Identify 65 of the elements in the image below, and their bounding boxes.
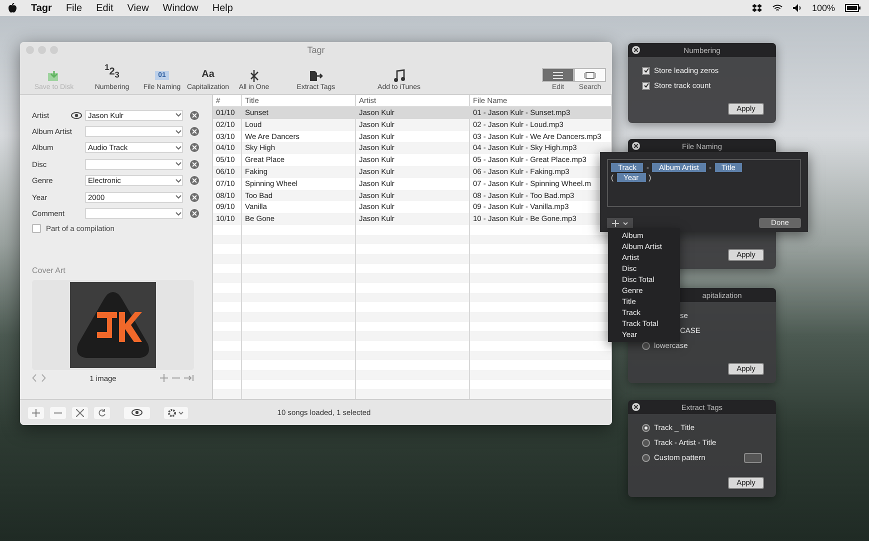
- section-title: Cover Art: [32, 266, 66, 275]
- chevron-icon: [175, 162, 182, 166]
- combo-field[interactable]: [85, 158, 183, 170]
- apple-icon[interactable]: [8, 3, 17, 13]
- eye-icon[interactable]: [71, 112, 82, 119]
- menu-item[interactable]: Edit: [96, 2, 114, 14]
- checkbox[interactable]: [642, 82, 650, 90]
- battery-percent: 100%: [812, 3, 835, 13]
- view-mode-segment[interactable]: [542, 68, 574, 82]
- menu-item[interactable]: File: [66, 2, 82, 14]
- menu-item[interactable]: Window: [162, 2, 198, 14]
- gear-icon: [168, 408, 184, 416]
- clear-button[interactable]: [190, 127, 199, 136]
- settings-button[interactable]: [164, 406, 188, 418]
- close-icon: [76, 408, 84, 416]
- chevron-icon: [175, 146, 182, 150]
- chevron-icon: [175, 195, 182, 200]
- combo-field[interactable]: [85, 208, 183, 220]
- close-button[interactable]: [632, 403, 640, 411]
- caret-icon: [623, 222, 628, 224]
- clear-button[interactable]: [190, 110, 199, 120]
- wifi-icon[interactable]: [772, 4, 783, 12]
- plus-icon: [32, 408, 40, 416]
- chevron-icon: [175, 178, 182, 183]
- chevron-icon: [175, 130, 182, 134]
- menu-item[interactable]: Help: [212, 2, 233, 14]
- chevron-icon: [175, 212, 182, 216]
- pattern-button[interactable]: [744, 452, 762, 462]
- radio-button[interactable]: [642, 438, 650, 446]
- extract-icon: [308, 69, 324, 83]
- numbering-icon: $^{1}$2$_{3}$: [104, 58, 120, 83]
- combo-field[interactable]: [85, 126, 183, 138]
- refresh-button[interactable]: [94, 406, 110, 418]
- plus-icon: [612, 220, 619, 226]
- columns-icon: [584, 72, 596, 78]
- delete-button[interactable]: [72, 406, 88, 418]
- radio-button[interactable]: [642, 454, 650, 462]
- refresh-icon: [98, 408, 106, 416]
- volume-icon[interactable]: [792, 4, 802, 12]
- music-note-icon: [393, 69, 405, 83]
- split-arrows-icon: [248, 69, 260, 83]
- clear-button[interactable]: [190, 192, 199, 202]
- eye-icon: [131, 409, 143, 416]
- battery-icon[interactable]: [845, 4, 861, 12]
- close-button[interactable]: [632, 142, 640, 150]
- clear-button[interactable]: [190, 176, 199, 186]
- dropbox-icon[interactable]: [752, 4, 762, 12]
- clear-button[interactable]: [190, 143, 199, 152]
- remove-button[interactable]: [50, 406, 66, 418]
- add-button[interactable]: [28, 406, 44, 418]
- chevron-icon: [175, 113, 182, 118]
- checkbox[interactable]: [32, 224, 41, 233]
- preview-button[interactable]: [124, 406, 150, 418]
- clear-button[interactable]: [190, 209, 199, 218]
- app-menu[interactable]: Tagr: [31, 2, 52, 14]
- close-button[interactable]: [632, 46, 640, 54]
- view-mode-segment[interactable]: [574, 68, 606, 82]
- add-token-button[interactable]: [607, 218, 633, 228]
- radio-button[interactable]: [642, 424, 650, 432]
- capitalization-icon: Aa: [202, 66, 214, 83]
- checkbox[interactable]: [642, 66, 650, 74]
- list-icon: [553, 72, 563, 78]
- menu-item[interactable]: View: [127, 2, 149, 14]
- window-title: Tagr: [306, 45, 326, 55]
- clear-button[interactable]: [190, 160, 199, 169]
